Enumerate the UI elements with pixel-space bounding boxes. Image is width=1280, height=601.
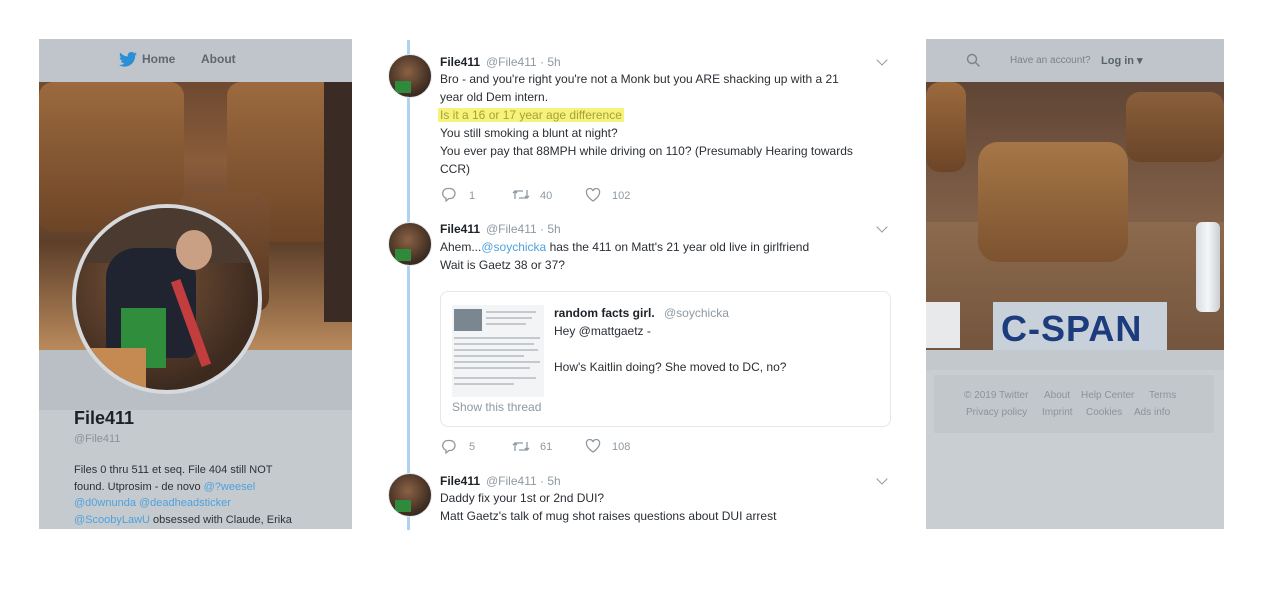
nav-home[interactable]: Home (142, 52, 175, 66)
search-icon[interactable] (966, 53, 981, 68)
like-icon[interactable] (585, 188, 601, 202)
cspan-logo-text: C-SPAN (1001, 308, 1143, 349)
bio-line: @ScoobyLawU obsessed with Claude, Erika (74, 512, 336, 529)
profile-bio: Files 0 thru 511 et seq. File 404 still … (74, 462, 336, 528)
bio-mention[interactable]: @?weesel (204, 481, 256, 493)
retweet-icon[interactable] (512, 188, 530, 201)
thread-line (407, 40, 410, 530)
quoted-author[interactable]: random facts girl. (554, 306, 655, 320)
cspan-photo: C-SPAN (926, 82, 1224, 350)
retweet-count: 61 (540, 441, 553, 453)
reply-count: 1 (469, 190, 476, 202)
reply-icon[interactable] (441, 439, 457, 454)
top-nav: Home About (39, 39, 352, 82)
tweet-author[interactable]: File411 (440, 55, 480, 69)
bio-mentions[interactable]: @d0wnunda @deadheadsticker (74, 495, 336, 512)
tweet-author[interactable]: File411 (440, 222, 480, 236)
tweet-text-line: year old Dem intern. (440, 90, 549, 104)
bio-line: Files 0 thru 511 et seq. File 404 still … (74, 464, 273, 476)
footer-copyright: © 2019 Twitter (964, 390, 1029, 401)
chevron-down-icon[interactable] (876, 473, 888, 485)
retweet-icon[interactable] (512, 440, 530, 453)
tweet-meta[interactable]: @File411 · 5h (486, 474, 561, 488)
profile-panel: Home About File411 @File411 Files 0 thru… (39, 39, 352, 529)
footer-links: © 2019 Twitter About Help Center Terms P… (934, 375, 1214, 433)
footer-help-center[interactable]: Help Center (1081, 390, 1134, 401)
bio-line: found. Utprosim - de novo @?weesel (74, 479, 336, 496)
show-thread-link[interactable]: Show this thread (452, 400, 541, 414)
nav-about[interactable]: About (201, 52, 236, 66)
tweet-author[interactable]: File411 (440, 474, 480, 488)
profile-avatar[interactable] (72, 204, 262, 394)
tweet-text-line: Bro - and you're right you're not a Monk… (440, 72, 839, 86)
login-link[interactable]: Log in ▾ (1101, 54, 1143, 67)
tweet-meta[interactable]: @File411 · 5h (486, 55, 561, 69)
tweet-text-line: You ever pay that 88MPH while driving on… (440, 144, 853, 158)
footer-terms[interactable]: Terms (1149, 390, 1176, 401)
retweet-count: 40 (540, 190, 553, 202)
profile-name: File411 (74, 408, 135, 428)
footer-ads-info[interactable]: Ads info (1134, 407, 1170, 418)
bio-mention[interactable]: @ScoobyLawU (74, 514, 150, 526)
like-icon[interactable] (585, 439, 601, 453)
tweet-text-line: CCR) (440, 162, 470, 176)
bio-text: obsessed with Claude, Erika (149, 513, 292, 526)
footer-about[interactable]: About (1044, 390, 1070, 401)
sidebar-panel: Have an account? Log in ▾ C-SPAN © 2019 … (926, 39, 1224, 529)
tweet-meta[interactable]: @File411 · 5h (486, 222, 561, 236)
profile-handle[interactable]: @File411 (74, 433, 120, 445)
tweet-text-line: Wait is Gaetz 38 or 37? (440, 258, 565, 272)
footer-privacy[interactable]: Privacy policy (966, 407, 1027, 418)
quoted-text-line: Hey @mattgaetz - (554, 324, 651, 338)
like-count: 108 (612, 441, 631, 453)
top-nav-right: Have an account? Log in ▾ (926, 39, 1224, 82)
tweet-avatar[interactable] (388, 222, 432, 266)
have-account-text: Have an account? (1010, 55, 1091, 66)
tweet-text-line: You still smoking a blunt at night? (440, 126, 618, 140)
quoted-handle[interactable]: @soychicka (664, 306, 729, 320)
like-count: 102 (612, 190, 631, 202)
tweet-avatar[interactable] (388, 473, 432, 517)
reply-icon[interactable] (441, 187, 457, 202)
chevron-down-icon[interactable] (876, 54, 888, 66)
highlighted-text: Is it a 16 or 17 year age difference (438, 108, 624, 122)
tweet-text-line: Matt Gaetz's talk of mug shot raises que… (440, 509, 777, 523)
tweet-text-line: Ahem...@soychicka has the 411 on Matt's … (440, 240, 809, 254)
tweet-text: has the 411 on Matt's 21 year old live i… (546, 240, 810, 254)
tweet-avatar[interactable] (388, 54, 432, 98)
footer-cookies[interactable]: Cookies (1086, 407, 1122, 418)
tweet-text-line: Daddy fix your 1st or 2nd DUI? (440, 491, 605, 505)
bio-text: found. Utprosim - de novo (74, 480, 204, 493)
footer-imprint[interactable]: Imprint (1042, 407, 1073, 418)
mention-link[interactable]: @soychicka (481, 240, 546, 254)
twitter-bird-icon[interactable] (119, 52, 137, 67)
quoted-text-line: How's Kaitlin doing? She moved to DC, no… (554, 360, 787, 374)
chevron-down-icon[interactable] (876, 221, 888, 233)
quoted-tweet-image (452, 305, 544, 397)
cspan-logo: C-SPAN (993, 302, 1167, 350)
water-bottle (1196, 222, 1220, 312)
reply-count: 5 (469, 441, 476, 453)
tweet-text: Ahem... (440, 240, 482, 254)
